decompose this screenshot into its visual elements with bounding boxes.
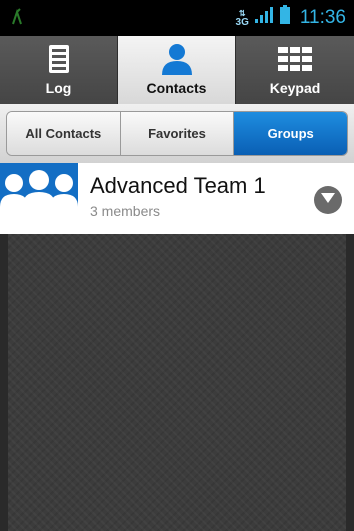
- network-type-indicator: ⇅ 3G: [235, 8, 249, 28]
- status-bar: ⇅ 3G 11:36: [0, 0, 354, 36]
- empty-list-area: [8, 234, 346, 531]
- contacts-icon: [160, 42, 194, 76]
- group-icon: [0, 163, 78, 234]
- right-border: [346, 234, 354, 531]
- tab-contacts-label: Contacts: [146, 80, 207, 96]
- tab-keypad-label: Keypad: [269, 80, 321, 96]
- subtab-all-contacts[interactable]: All Contacts: [7, 112, 121, 155]
- subtab-groups[interactable]: Groups: [234, 112, 347, 155]
- signal-icon: [254, 6, 274, 29]
- subtab-favorites[interactable]: Favorites: [120, 112, 235, 155]
- left-border: [0, 234, 8, 531]
- tab-contacts[interactable]: Contacts: [118, 36, 236, 104]
- log-icon: [48, 42, 70, 76]
- list-item[interactable]: Advanced Team 1 3 members: [0, 163, 354, 234]
- tab-log-label: Log: [45, 80, 72, 96]
- tab-log[interactable]: Log: [0, 36, 118, 104]
- clock: 11:36: [299, 6, 346, 28]
- expand-button[interactable]: [314, 186, 342, 214]
- tab-keypad[interactable]: Keypad: [236, 36, 354, 104]
- notification-icon: [10, 8, 24, 31]
- contacts-filter-bar: All Contacts Favorites Groups: [0, 104, 354, 163]
- battery-icon: [279, 5, 291, 30]
- segmented-control: All Contacts Favorites Groups: [6, 111, 348, 156]
- main-tabs: Log Contacts Keypad: [0, 36, 354, 104]
- keypad-icon: [278, 42, 312, 76]
- chevron-down-icon: [320, 191, 336, 209]
